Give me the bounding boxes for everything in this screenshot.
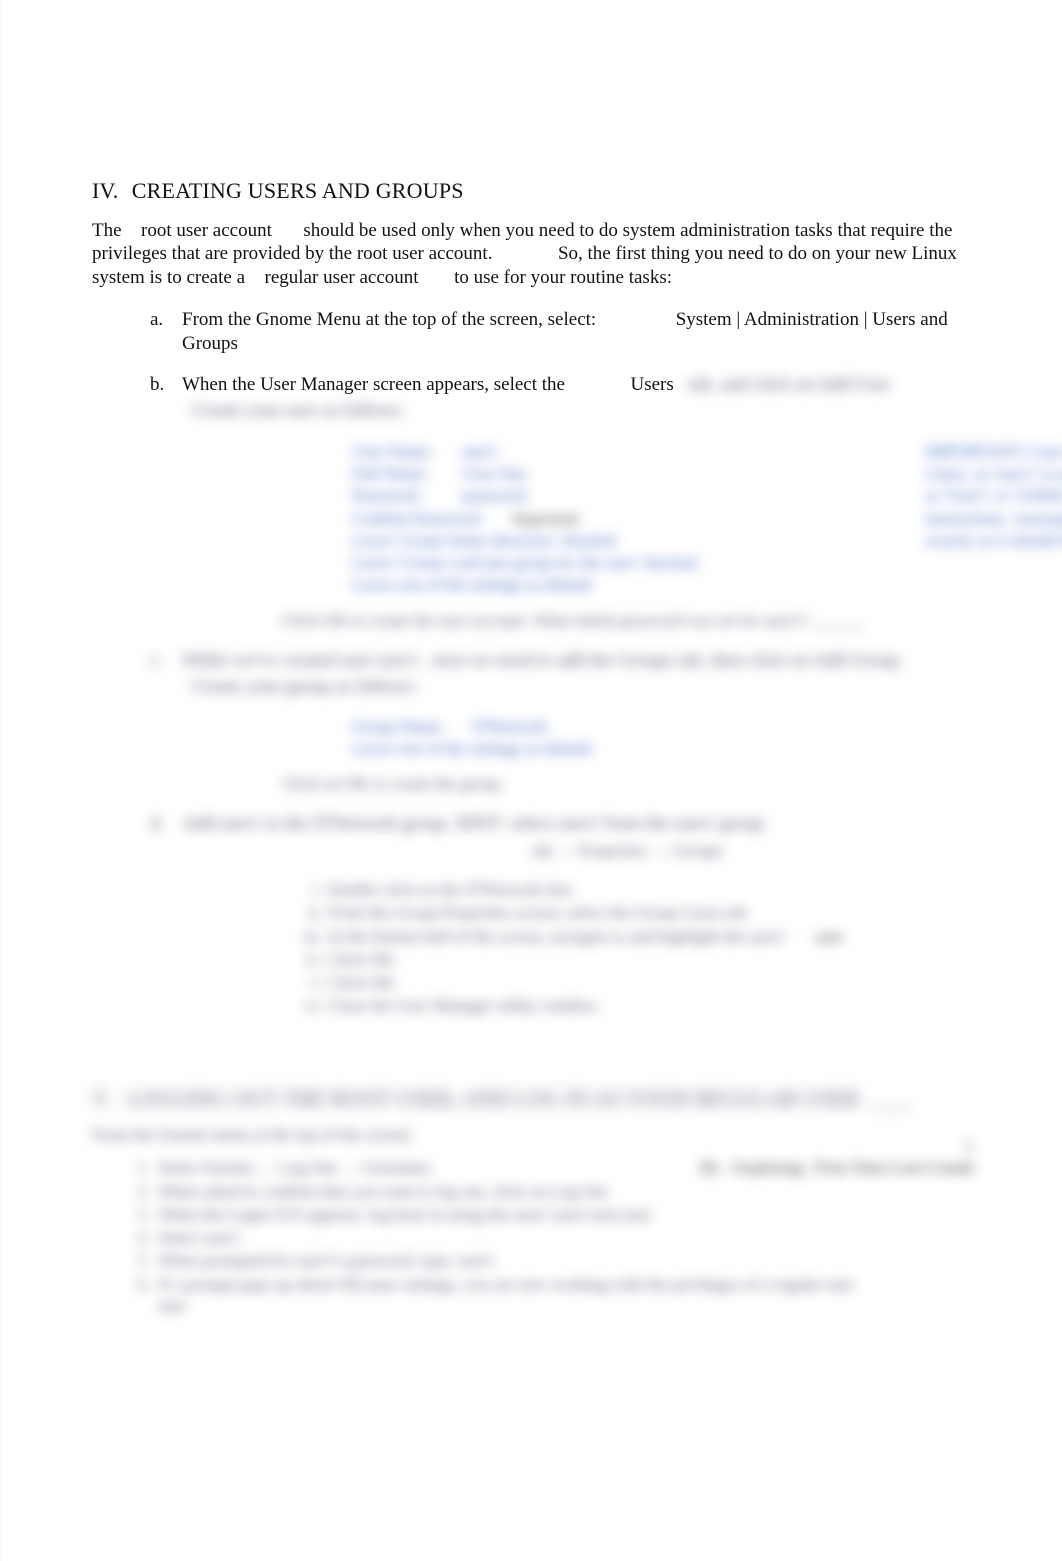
item-b-left-col: User Name:user1 Full Name:User One Passw… [352, 441, 697, 596]
item-d-roman-list: i.Double click on the ITNetwork line. ii… [292, 879, 974, 1017]
item-c-sub: Create your group as follows: [192, 675, 974, 699]
intro-root: root user account [141, 220, 272, 241]
section-5: V. LOGGING OUT THE ROOT USER, AND LOG IN… [92, 1085, 974, 1317]
item-a-lead: From the Gnome Menu at the top of the sc… [182, 309, 596, 330]
item-b-sub: Create your user as follows: [192, 399, 974, 423]
item-b-right-col: IMPORTANT: Case does matter in Linux, so… [925, 441, 1062, 551]
item-d-right: tab → Properties → Groups [532, 840, 974, 861]
item-d-marker: d. [150, 812, 164, 836]
intro-p4: to use for your routine tasks: [454, 267, 672, 288]
item-d-lead: Add user1 to the ITNetwork group. HINT: … [182, 813, 764, 834]
item-c-table: Group Name:ITNetwork Leave rest of the s… [352, 716, 974, 759]
section-5-number: V. [92, 1086, 111, 1111]
item-b: b. When the User Manager screen appears,… [150, 373, 974, 631]
page-footer: 5 B) – Exploring / First Time Loot Crumb [701, 1139, 974, 1178]
section-4-heading: IV. CREATING USERS AND GROUPS [92, 177, 974, 205]
item-b-marker: b. [150, 373, 164, 397]
section-4-number: IV. [92, 177, 126, 205]
page-number: 5 [701, 1139, 974, 1156]
item-c-marker: c. [150, 649, 163, 673]
section-5-list: 1.Select System → Log Out → Username 2.W… [128, 1157, 974, 1316]
item-d: d. Add user1 to the ITNetwork group. HIN… [150, 812, 974, 1017]
intro-p1: The [92, 220, 122, 241]
decorative-left-sliver [0, 0, 2, 1561]
footer-ref: B) – Exploring / First Time Loot Crumb [701, 1158, 974, 1177]
item-a-marker: a. [150, 308, 163, 332]
item-b-note: Click OK to create the user account. Wha… [282, 610, 974, 631]
intro-regular: regular user account [265, 267, 419, 288]
section-4-list: a. From the Gnome Menu at the top of the… [150, 308, 974, 1017]
item-b-users: Users [630, 374, 673, 395]
item-c-note: Click on OK to create the group. [282, 773, 974, 794]
item-b-remain: tab, and click on Add User [688, 374, 891, 395]
section-4-intro: The root user account should be used onl… [92, 219, 974, 290]
section-5-heading: V. LOGGING OUT THE ROOT USER, AND LOG IN… [92, 1085, 974, 1113]
item-a: a. From the Gnome Menu at the top of the… [150, 308, 974, 356]
item-c-lead: While we've created user user1 , next we… [182, 650, 904, 671]
section-4-title: CREATING USERS AND GROUPS [132, 178, 464, 203]
item-b-lead: When the User Manager screen appears, se… [182, 374, 565, 395]
item-b-columns: User Name:user1 Full Name:User One Passw… [352, 441, 974, 596]
item-c: c. While we've created user user1 , next… [150, 649, 974, 794]
section-5-title: LOGGING OUT THE ROOT USER, AND LOG IN AS… [127, 1086, 860, 1111]
